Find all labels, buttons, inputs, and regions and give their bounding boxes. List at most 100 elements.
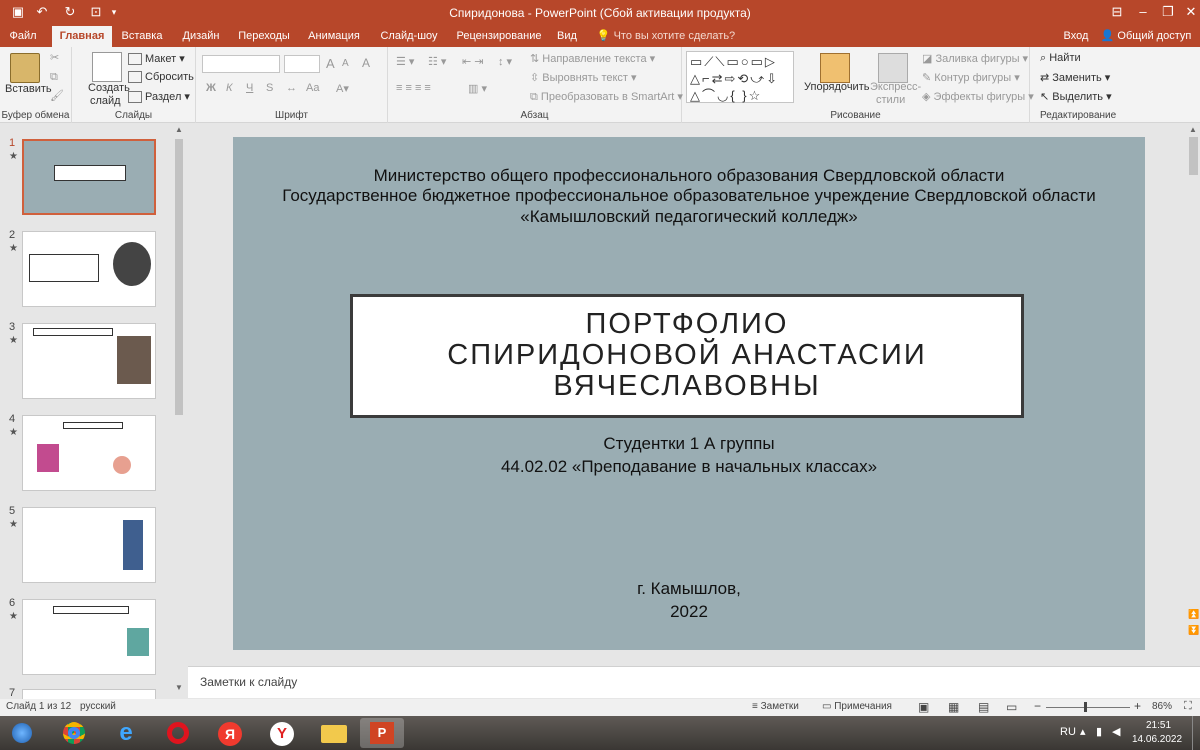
- format-painter-icon[interactable]: 🖌: [50, 89, 64, 102]
- tab-view[interactable]: Вид: [552, 26, 582, 47]
- minimize-icon[interactable]: –: [1130, 0, 1156, 26]
- zoom-slider[interactable]: [1046, 707, 1130, 708]
- new-slide-icon[interactable]: [92, 52, 122, 82]
- slide-thumbnail[interactable]: [22, 323, 156, 399]
- opera-taskbar-icon[interactable]: [156, 718, 200, 748]
- shape-fill-button[interactable]: ◪ Заливка фигуры ▾: [922, 52, 1028, 65]
- clear-format-icon[interactable]: A: [362, 56, 370, 70]
- new-slide-label-1[interactable]: Создать: [88, 82, 130, 94]
- powerpoint-taskbar-icon[interactable]: P: [360, 718, 404, 748]
- ministry-line[interactable]: Министерство общего профессионального об…: [233, 165, 1145, 186]
- columns-icon[interactable]: ▥ ▾: [468, 82, 487, 95]
- yandex-taskbar-icon[interactable]: Я: [208, 718, 252, 748]
- notes-toggle[interactable]: ≡ Заметки: [752, 701, 799, 712]
- bullets-icon[interactable]: ☰ ▾: [396, 55, 414, 68]
- font-size-input[interactable]: [284, 55, 320, 73]
- scroll-down-icon[interactable]: ▼: [175, 683, 183, 692]
- ie-taskbar-icon[interactable]: e: [104, 718, 148, 748]
- find-button[interactable]: ⌕ Найти: [1040, 52, 1081, 65]
- previous-slide-icon[interactable]: ⏫: [1188, 609, 1199, 620]
- scroll-up-icon[interactable]: ▲: [1189, 125, 1197, 134]
- tab-slideshow[interactable]: Слайд-шоу: [376, 26, 442, 47]
- bold-button[interactable]: Ж: [206, 82, 216, 94]
- quick-styles-icon[interactable]: [878, 53, 908, 83]
- paste-button[interactable]: Вставить: [5, 83, 52, 95]
- strikethrough-button[interactable]: S: [266, 82, 273, 94]
- scroll-up-icon[interactable]: ▲: [175, 125, 183, 134]
- layout-button[interactable]: Макет ▾: [128, 52, 185, 66]
- arrange-icon[interactable]: [820, 53, 850, 83]
- tray-arrow-icon[interactable]: ▴: [1080, 725, 1086, 738]
- chrome-taskbar-icon[interactable]: [52, 718, 96, 748]
- shape-effects-button[interactable]: ◈ Эффекты фигуры ▾: [922, 90, 1034, 103]
- change-case-icon[interactable]: Aa: [306, 82, 319, 94]
- scrollbar-thumb[interactable]: [1189, 137, 1198, 175]
- tab-review[interactable]: Рецензирование: [452, 26, 546, 47]
- select-button[interactable]: ↖ Выделить ▾: [1040, 90, 1112, 103]
- network-icon[interactable]: ▮: [1096, 725, 1102, 738]
- quick-styles-label-2[interactable]: стили: [876, 94, 905, 106]
- input-language[interactable]: RU: [1060, 726, 1076, 738]
- tab-home[interactable]: Главная: [52, 26, 112, 47]
- font-name-input[interactable]: [202, 55, 280, 73]
- start-button[interactable]: [2, 718, 42, 748]
- normal-view-icon[interactable]: ▣: [918, 700, 929, 714]
- notes-pane[interactable]: Заметки к слайду: [188, 666, 1200, 698]
- reset-button[interactable]: Сбросить: [128, 71, 194, 84]
- paste-icon[interactable]: [10, 53, 40, 83]
- slide-thumbnail[interactable]: [22, 139, 156, 215]
- numbering-icon[interactable]: ☷ ▾: [428, 55, 446, 68]
- slide-sorter-icon[interactable]: ▦: [948, 700, 959, 714]
- replace-button[interactable]: ⇄ Заменить ▾: [1040, 71, 1110, 84]
- tab-file[interactable]: Файл: [4, 26, 42, 47]
- copy-icon[interactable]: ⧉: [50, 71, 58, 84]
- slide-thumbnail[interactable]: [22, 507, 156, 583]
- fit-to-window-icon[interactable]: ⛶: [1184, 700, 1192, 713]
- city[interactable]: г. Камышлов,: [233, 578, 1145, 599]
- tab-insert[interactable]: Вставка: [116, 26, 168, 47]
- new-slide-label-2[interactable]: слайд: [90, 95, 121, 107]
- zoom-in-icon[interactable]: +: [1134, 699, 1141, 713]
- share-button[interactable]: 👤 Общий доступ: [1096, 26, 1196, 47]
- thumbnails-scrollbar[interactable]: ▲ ▼: [173, 125, 185, 692]
- slide-thumbnail[interactable]: [22, 231, 156, 307]
- reading-view-icon[interactable]: ▤: [978, 700, 989, 714]
- slide-thumbnail[interactable]: [22, 415, 156, 491]
- shrink-font-icon[interactable]: A: [342, 58, 349, 69]
- indent-icon[interactable]: ⇤ ⇥: [462, 55, 484, 68]
- slideshow-view-icon[interactable]: ▭: [1006, 700, 1017, 714]
- italic-button[interactable]: К: [226, 82, 232, 94]
- college-line[interactable]: «Камышловский педагогический колледж»: [233, 206, 1145, 227]
- next-slide-icon[interactable]: ⏬: [1188, 625, 1199, 636]
- volume-icon[interactable]: ◀: [1112, 725, 1120, 738]
- scrollbar-thumb[interactable]: [175, 139, 183, 415]
- text-direction-button[interactable]: ⇅ Направление текста ▾: [530, 52, 655, 65]
- close-icon[interactable]: ✕: [1178, 0, 1200, 26]
- explorer-taskbar-icon[interactable]: [312, 718, 356, 748]
- align-text-button[interactable]: ⇳ Выровнять текст ▾: [530, 71, 637, 84]
- line-spacing-icon[interactable]: ↕ ▾: [498, 55, 512, 68]
- zoom-out-icon[interactable]: −: [1034, 699, 1041, 713]
- language-indicator[interactable]: русский: [80, 701, 116, 712]
- zoom-slider-handle[interactable]: [1084, 702, 1087, 712]
- tab-design[interactable]: Дизайн: [178, 26, 224, 47]
- char-spacing-icon[interactable]: ↔: [286, 82, 297, 94]
- main-scrollbar[interactable]: ▲ ⏫ ⏬: [1187, 123, 1200, 666]
- grow-font-icon[interactable]: A: [326, 56, 335, 71]
- quick-styles-label-1[interactable]: Экспресс-: [870, 81, 921, 93]
- align-buttons-icon[interactable]: ≡ ≡ ≡ ≡: [396, 82, 431, 94]
- ribbon-display-icon[interactable]: ⊟: [1104, 0, 1130, 26]
- arrange-button[interactable]: Упорядочить: [804, 81, 869, 93]
- tab-transitions[interactable]: Переходы: [234, 26, 294, 47]
- year[interactable]: 2022: [233, 601, 1145, 622]
- comments-toggle[interactable]: ▭ Примечания: [822, 701, 892, 712]
- clock-time[interactable]: 21:51: [1146, 720, 1171, 731]
- student-group[interactable]: Студентки 1 А группы: [233, 433, 1145, 454]
- underline-button[interactable]: Ч: [246, 82, 253, 94]
- font-color-icon[interactable]: A▾: [336, 82, 349, 95]
- yandex-browser-taskbar-icon[interactable]: Y: [260, 718, 304, 748]
- slide-1[interactable]: Министерство общего профессионального об…: [233, 137, 1145, 650]
- shapes-gallery[interactable]: ▭⟋⟍▭○▭▷ △⌐⇄⇨⟲⤻⇩ △⌒◡{ }☆: [686, 51, 794, 103]
- specialty[interactable]: 44.02.02 «Преподавание в начальных класс…: [233, 456, 1145, 477]
- tell-me-box[interactable]: 💡 Что вы хотите сделать?: [596, 26, 736, 47]
